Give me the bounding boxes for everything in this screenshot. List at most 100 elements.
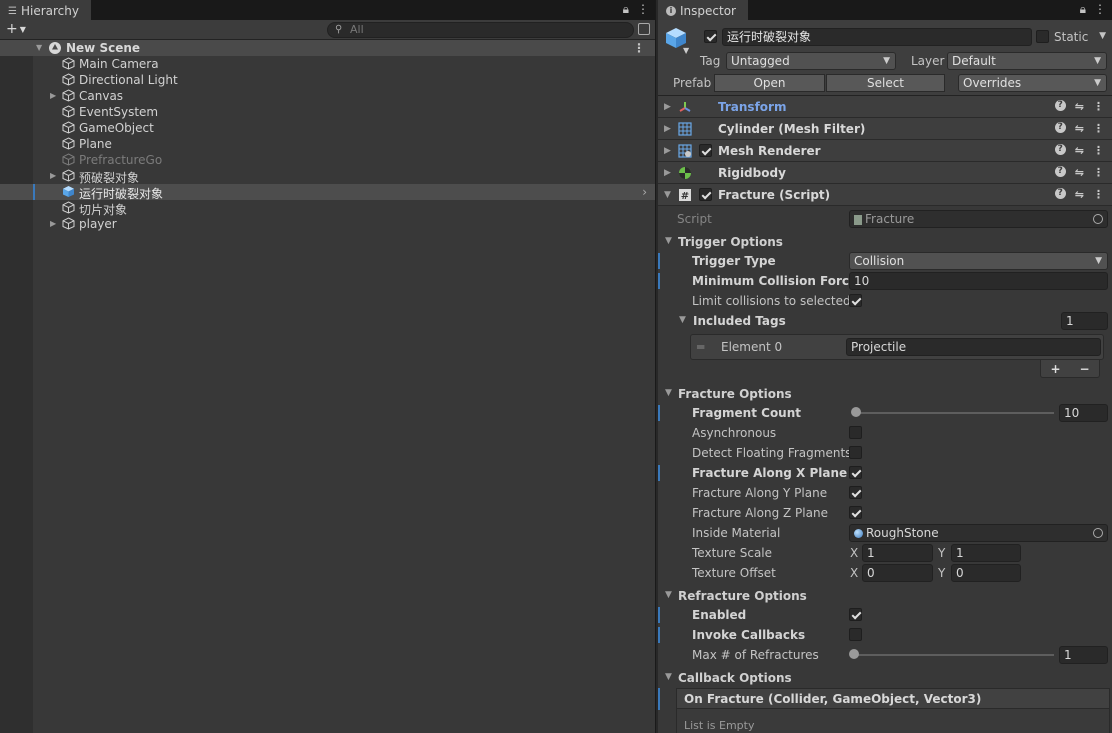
hierarchy-item-gameobject[interactable]: GameObject	[0, 120, 655, 136]
help-icon[interactable]: ?	[1054, 188, 1066, 199]
preset-icon[interactable]: ⇋	[1075, 122, 1084, 135]
fold-closed-icon[interactable]: ▶	[664, 168, 671, 178]
fold-closed-icon[interactable]: ▶	[664, 146, 671, 156]
hierarchy-item-slice-object[interactable]: 切片对象	[0, 200, 655, 217]
kebab-menu-icon[interactable]: ⋮	[1093, 122, 1104, 135]
add-element-button[interactable]: +	[1050, 362, 1060, 376]
kebab-menu-icon[interactable]: ⋮	[637, 2, 649, 17]
chevron-right-icon[interactable]: ›	[642, 185, 647, 199]
active-checkbox[interactable]	[704, 30, 717, 43]
static-dropdown-icon[interactable]: ▼	[1099, 31, 1106, 41]
mesh-renderer-enabled-checkbox[interactable]	[699, 144, 712, 157]
lock-icon[interactable]: 🔒︎	[1080, 2, 1086, 17]
hierarchy-item-runtime-fracture-object[interactable]: 运行时破裂对象 ›	[0, 184, 655, 201]
kebab-menu-icon[interactable]: ⋮	[1093, 100, 1104, 113]
help-icon[interactable]: ?	[1054, 122, 1066, 133]
asynchronous-checkbox[interactable]	[849, 426, 862, 439]
search-filter-icon[interactable]	[638, 23, 650, 35]
trigger-options-header[interactable]: ▼ Trigger Options	[658, 232, 1112, 252]
prefab-overrides-dropdown[interactable]: Overrides ▼	[958, 74, 1107, 92]
z-plane-checkbox[interactable]	[849, 506, 862, 519]
max-refractures-field[interactable]: 1	[1059, 646, 1108, 664]
enabled-checkbox[interactable]	[849, 608, 862, 621]
fragment-count-field[interactable]: 10	[1059, 404, 1108, 422]
fold-closed-icon[interactable]: ▶	[664, 124, 671, 134]
fragment-count-slider-knob[interactable]	[851, 407, 861, 417]
script-field[interactable]: Fracture	[849, 210, 1108, 228]
fragment-count-slider-track[interactable]	[853, 412, 1054, 414]
refracture-options-header[interactable]: ▼ Refracture Options	[658, 586, 1112, 606]
component-fracture-script[interactable]: ▼ # Fracture (Script) ? ⇋ ⋮	[658, 184, 1112, 206]
object-picker-icon[interactable]	[1093, 528, 1103, 538]
included-tags-row[interactable]: ▼ Included Tags 1	[658, 311, 1112, 331]
scene-row[interactable]: ▼ New Scene ⋮	[0, 40, 655, 56]
included-tags-size-field[interactable]: 1	[1061, 312, 1108, 330]
component-rigidbody[interactable]: ▶ Rigidbody ? ⇋ ⋮	[658, 162, 1112, 184]
hierarchy-item-canvas[interactable]: ▶ Canvas	[0, 88, 655, 104]
remove-element-button[interactable]: −	[1079, 362, 1089, 376]
preset-icon[interactable]: ⇋	[1075, 100, 1084, 113]
max-refractures-slider-track[interactable]	[853, 654, 1054, 656]
drag-handle-icon[interactable]: ═	[697, 340, 704, 354]
layer-dropdown[interactable]: Default ▼	[947, 52, 1107, 70]
inside-material-field[interactable]: RoughStone	[849, 524, 1108, 542]
hierarchy-item-eventsystem[interactable]: EventSystem	[0, 104, 655, 120]
inspector-tab[interactable]: i Inspector	[658, 0, 748, 20]
prefab-select-button[interactable]: Select	[826, 74, 945, 92]
help-icon[interactable]: ?	[1054, 166, 1066, 177]
fold-closed-icon[interactable]: ▶	[664, 102, 671, 112]
invoke-callbacks-checkbox[interactable]	[849, 628, 862, 641]
component-mesh-renderer[interactable]: ▶ Mesh Renderer ? ⇋ ⋮	[658, 140, 1112, 162]
kebab-menu-icon[interactable]: ⋮	[1093, 144, 1104, 157]
component-mesh-filter[interactable]: ▶ Cylinder (Mesh Filter) ? ⇋ ⋮	[658, 118, 1112, 140]
y-plane-checkbox[interactable]	[849, 486, 862, 499]
help-icon[interactable]: ?	[1054, 100, 1066, 111]
element0-field[interactable]: Projectile	[846, 338, 1101, 356]
help-icon[interactable]: ?	[1054, 144, 1066, 155]
fold-open-icon[interactable]: ▼	[36, 43, 42, 52]
component-transform[interactable]: ▶ Transform ? ⇋ ⋮	[658, 96, 1112, 118]
limit-collisions-checkbox[interactable]	[849, 294, 862, 307]
search-input[interactable]: ⚲ All	[327, 22, 634, 38]
preset-icon[interactable]: ⇋	[1075, 144, 1084, 157]
hierarchy-item-prefracturego[interactable]: PrefractureGo	[0, 152, 655, 168]
preset-icon[interactable]: ⇋	[1075, 188, 1084, 201]
min-force-field[interactable]: 10	[849, 272, 1108, 290]
hierarchy-item-main-camera[interactable]: Main Camera	[0, 56, 655, 72]
fold-closed-icon[interactable]: ▶	[50, 219, 56, 228]
fold-closed-icon[interactable]: ▶	[50, 171, 56, 180]
prefab-open-button[interactable]: Open	[714, 74, 825, 92]
fold-open-icon[interactable]: ▼	[664, 190, 671, 200]
preset-icon[interactable]: ⇋	[1075, 166, 1084, 179]
hierarchy-tab[interactable]: ☰ Hierarchy	[0, 0, 91, 20]
object-picker-icon[interactable]	[1093, 214, 1103, 224]
callback-options-header[interactable]: ▼ Callback Options	[658, 668, 1112, 688]
hierarchy-item-directional-light[interactable]: Directional Light	[0, 72, 655, 88]
scene-menu-icon[interactable]: ⋮	[633, 41, 645, 55]
static-checkbox[interactable]	[1036, 30, 1049, 43]
kebab-menu-icon[interactable]: ⋮	[1094, 2, 1106, 17]
create-button[interactable]: + ▼	[6, 21, 26, 37]
texture-offset-x-field[interactable]: 0	[862, 564, 933, 582]
kebab-menu-icon[interactable]: ⋮	[1093, 188, 1104, 201]
hierarchy-item-prefractured-object[interactable]: ▶ 预破裂对象	[0, 168, 655, 185]
texture-offset-y-field[interactable]: 0	[951, 564, 1021, 582]
lock-icon[interactable]: 🔒︎	[623, 2, 629, 17]
y-plane-label: Fracture Along Y Plane	[692, 486, 828, 500]
object-name-field[interactable]: 运行时破裂对象	[722, 28, 1032, 46]
texture-scale-y-field[interactable]: 1	[951, 544, 1021, 562]
fracture-options-header[interactable]: ▼ Fracture Options	[658, 384, 1112, 404]
hierarchy-item-player[interactable]: ▶ player	[0, 216, 655, 232]
max-refractures-slider-knob[interactable]	[849, 649, 859, 659]
caret-down-icon[interactable]: ▼	[683, 46, 689, 55]
x-plane-checkbox[interactable]	[849, 466, 862, 479]
hierarchy-item-plane[interactable]: Plane	[0, 136, 655, 152]
trigger-type-dropdown[interactable]: Collision ▼	[849, 252, 1108, 270]
gameobject-icon	[62, 169, 75, 182]
fold-closed-icon[interactable]: ▶	[50, 91, 56, 100]
detect-floating-checkbox[interactable]	[849, 446, 862, 459]
kebab-menu-icon[interactable]: ⋮	[1093, 166, 1104, 179]
tag-dropdown[interactable]: Untagged ▼	[726, 52, 896, 70]
texture-scale-x-field[interactable]: 1	[862, 544, 933, 562]
fracture-enabled-checkbox[interactable]	[699, 188, 712, 201]
